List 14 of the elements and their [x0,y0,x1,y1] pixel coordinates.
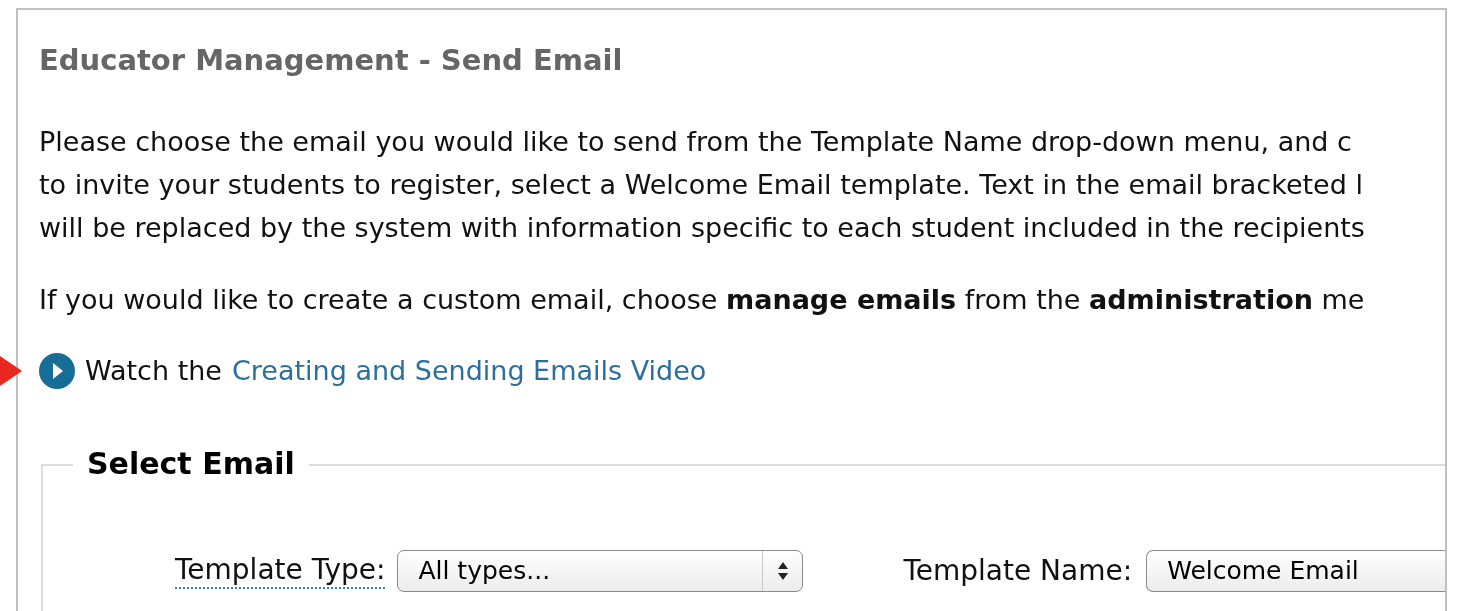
video-prefix-text: Watch the [85,354,222,388]
field-label: Template Name: [903,553,1133,588]
template-select[interactable]: All types... [397,549,804,592]
template-select[interactable]: Welcome Email [1146,549,1445,592]
page-title: Educator Management - Send Email [39,42,623,79]
play-icon[interactable] [39,353,75,390]
intro-text: Please choose the email you would like to send from the Template Name drop-down menu, and c [39,125,1352,159]
field-label: Template Type: [175,552,386,589]
custom-email-text: If you would like to create a custom email, choose manage emails from the administration me [39,283,1365,317]
video-link[interactable]: Creating and Sending Emails Video [231,351,707,392]
select-value: All types... [417,554,552,587]
arrow-icon [0,356,22,386]
intro-text: to invite your students to register, select a Welcome Email template. Text in the email bracketed l [39,168,1363,202]
intro-text: will be replaced by the system with information specific to each student included in the recipients [39,211,1365,245]
